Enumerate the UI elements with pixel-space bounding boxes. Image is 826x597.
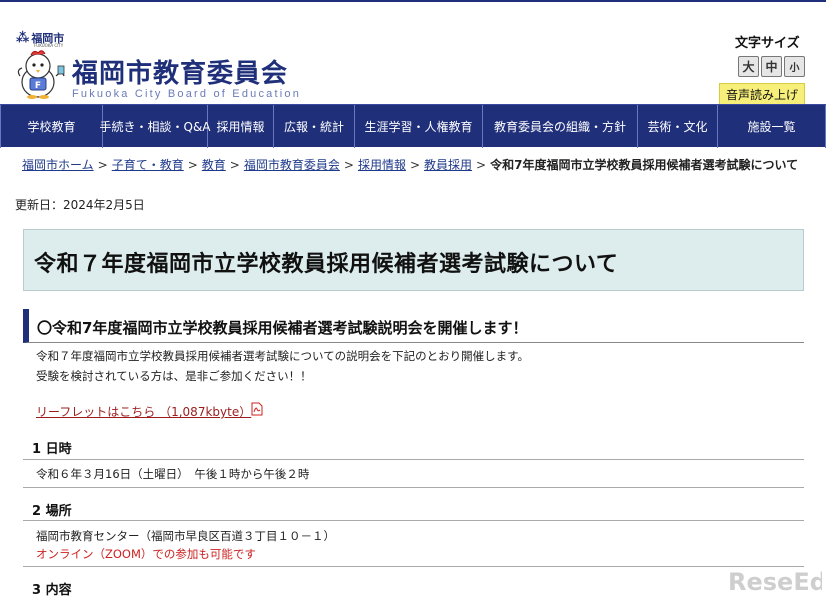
item-heading-content: 3 内容: [32, 583, 72, 597]
breadcrumb: 福岡市ホーム > 子育て・教育 > 教育 > 福岡市教育委員会 > 採用情報 > 教員採用 > 令和7年…: [22, 156, 822, 174]
page-title-box: 令和７年度福岡市立学校教員採用候補者選考試験について: [23, 229, 804, 291]
item-place-note: オンライン（ZOOM）での参加も可能です: [36, 547, 256, 561]
item-heading-place: 2 場所: [32, 504, 72, 519]
global-nav: 学校教育 手続き・相談・Q&A 採用情報 広報・統計 生涯学習・人権教育 教育委…: [0, 104, 826, 148]
nav-item-pr-statistics[interactable]: 広報・統計: [274, 105, 355, 148]
site-title[interactable]: 福岡市教育委員会: [72, 53, 288, 90]
nav-item-recruitment[interactable]: 採用情報: [208, 105, 274, 148]
divider: [23, 459, 804, 460]
updated-date: 更新日：2024年2月5日: [15, 198, 145, 212]
mascot-icon: F: [17, 50, 65, 99]
breadcrumb-link-recruitment[interactable]: 採用情報: [358, 158, 406, 172]
item-place-value: 福岡市教育センター（福岡市早良区百道３丁目１０－１）: [36, 529, 335, 543]
nav-item-board-organization[interactable]: 教育委員会の組織・方針: [483, 105, 638, 148]
breadcrumb-link-teacher-recruitment[interactable]: 教員採用: [424, 158, 472, 172]
chevron-right-icon: >: [229, 158, 240, 172]
intro-text-1: 令和７年度福岡市立学校教員採用候補者選考試験についての説明会を下記のとおり開催し…: [36, 349, 529, 363]
voice-readout-button[interactable]: 音声読み上げ: [719, 83, 805, 105]
item-datetime-value: 令和６年３月16日（土曜日） 午後１時から午後２時: [36, 467, 310, 481]
font-size-controls: 大 中 小: [738, 56, 805, 77]
nav-item-arts-culture[interactable]: 芸術・文化: [638, 105, 718, 148]
chevron-right-icon: >: [343, 158, 354, 172]
chevron-right-icon: >: [97, 158, 108, 172]
divider: [23, 520, 804, 521]
nav-item-lifelong-learning[interactable]: 生涯学習・人権教育: [355, 105, 483, 148]
nav-item-facilities[interactable]: 施設一覧: [718, 105, 826, 148]
city-mark-icon: ⁂: [16, 31, 30, 46]
page-title: 令和７年度福岡市立学校教員採用候補者選考試験について: [34, 252, 619, 277]
breadcrumb-link-education[interactable]: 教育: [202, 158, 226, 172]
breadcrumb-link-childcare[interactable]: 子育て・教育: [112, 158, 184, 172]
item-heading-datetime: 1 日時: [32, 442, 72, 457]
site-subtitle: Fukuoka City Board of Education: [72, 88, 302, 100]
pdf-icon: [251, 402, 263, 416]
font-size-small-button[interactable]: 小: [784, 56, 805, 77]
section-heading: 〇令和7年度福岡市立学校教員採用候補者選考試験説明会を開催します！: [37, 319, 528, 337]
leaflet-link[interactable]: リーフレットはこちら （1,087kbyte）: [36, 403, 251, 420]
breadcrumb-current: 令和7年度福岡市立学校教員採用候補者選考試験について: [490, 158, 799, 172]
watermark-text: ReseEd: [728, 568, 822, 595]
divider: [23, 487, 804, 488]
font-size-large-button[interactable]: 大: [738, 56, 759, 77]
section-heading-box: 〇令和7年度福岡市立学校教員採用候補者選考試験説明会を開催します！: [23, 309, 804, 343]
breadcrumb-link-board[interactable]: 福岡市教育委員会: [244, 158, 340, 172]
nav-item-procedures[interactable]: 手続き・相談・Q&A: [100, 105, 211, 148]
chevron-right-icon: >: [476, 158, 487, 172]
mascot-letter: F: [35, 81, 41, 91]
watermark-logo: ReseEd: [728, 568, 822, 595]
chevron-right-icon: >: [187, 158, 198, 172]
site-header: ⁂ 福岡市 FUKUOKA CITY F 福岡市教育委員会 Fukuoka Ci…: [0, 2, 826, 105]
city-logo[interactable]: ⁂ 福岡市 FUKUOKA CITY: [16, 30, 64, 48]
chevron-right-icon: >: [409, 158, 421, 172]
breadcrumb-link-home[interactable]: 福岡市ホーム: [22, 158, 94, 172]
divider: [23, 566, 804, 567]
intro-text-2: 受験を検討されている方は、是非ご参加ください！！: [36, 369, 312, 383]
nav-item-school-education[interactable]: 学校教育: [0, 105, 103, 148]
font-size-label: 文字サイズ: [735, 36, 800, 51]
font-size-medium-button[interactable]: 中: [761, 56, 782, 77]
